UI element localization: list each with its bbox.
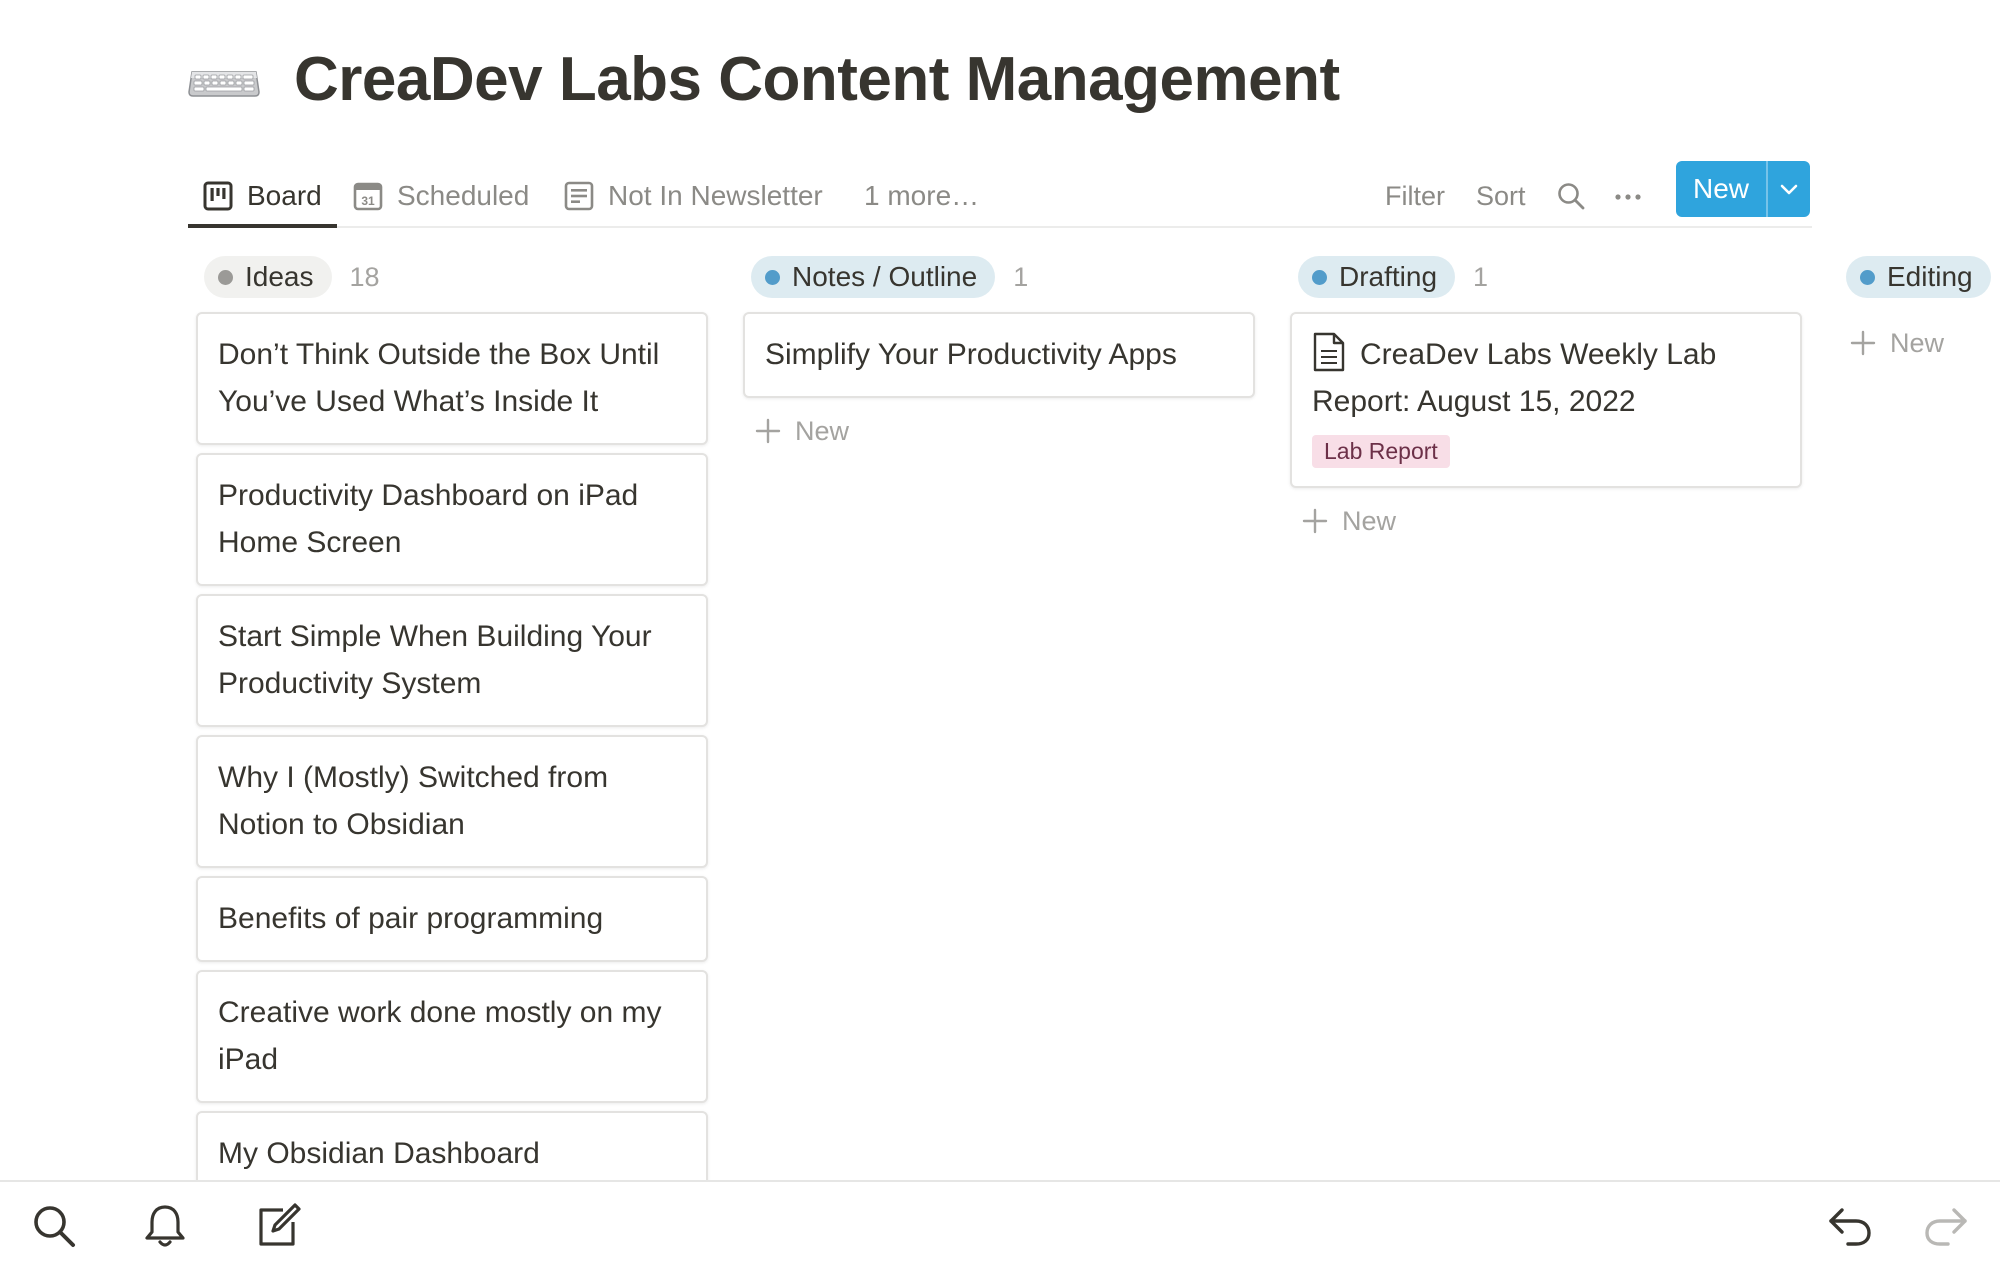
card-title: Creative work done mostly on my iPad — [218, 996, 662, 1076]
board-card[interactable]: Why I (Mostly) Switched from Notion to O… — [196, 735, 708, 868]
status-dot — [218, 269, 233, 285]
card-title: Productivity Dashboard on iPad Home Scre… — [218, 479, 639, 559]
board-card[interactable]: Productivity Dashboard on iPad Home Scre… — [196, 453, 708, 586]
board-column-notes-outline: Notes / Outline 1 Simplify Your Producti… — [743, 254, 1255, 456]
board-card[interactable]: Simplify Your Productivity Apps — [743, 312, 1255, 398]
status-dot — [1312, 269, 1327, 285]
status-pill[interactable]: Notes / Outline — [751, 256, 996, 298]
plus-icon — [1850, 330, 1876, 356]
card-title: Start Simple When Building Your Producti… — [218, 620, 652, 700]
card-list: CreaDev Labs Weekly Lab Report: August 1… — [1290, 312, 1802, 488]
card-title: Simplify Your Productivity Apps — [765, 338, 1177, 371]
column-header: Editing — [1846, 254, 2000, 300]
undo-icon[interactable] — [1826, 1202, 1874, 1250]
add-card-label: New — [795, 415, 850, 446]
board-card[interactable]: Benefits of pair programming — [196, 876, 708, 962]
board-card[interactable]: CreaDev Labs Weekly Lab Report: August 1… — [1290, 312, 1802, 488]
board-column-editing: Editing New — [1838, 254, 2000, 368]
search-icon[interactable] — [30, 1202, 78, 1250]
board-column-drafting: Drafting 1 CreaDev Labs Weekly Lab Repor… — [1290, 254, 1802, 546]
add-card-button[interactable]: New — [755, 406, 1255, 456]
column-count: 1 — [1473, 261, 1489, 292]
status-label: Drafting — [1339, 261, 1438, 292]
add-card-label: New — [1890, 327, 1945, 358]
card-title: Don’t Think Outside the Box Until You’ve… — [218, 338, 660, 418]
plus-icon — [1302, 508, 1328, 534]
card-title-row: CreaDev Labs Weekly Lab Report: August 1… — [1312, 331, 1780, 425]
add-card-label: New — [1342, 505, 1397, 536]
document-icon — [1313, 332, 1345, 372]
column-count: 18 — [349, 261, 380, 292]
card-list: Simplify Your Productivity Apps — [743, 312, 1255, 398]
status-pill[interactable]: Drafting — [1298, 256, 1456, 298]
status-pill[interactable]: Editing — [1846, 256, 1991, 298]
add-card-button[interactable]: New — [1850, 318, 2000, 368]
status-label: Editing — [1887, 261, 1973, 292]
board-column-ideas: Ideas 18 Don’t Think Outside the Box Unt… — [196, 254, 708, 1180]
board-card[interactable]: Creative work done mostly on my iPad — [196, 970, 708, 1103]
bell-icon[interactable] — [141, 1202, 189, 1250]
status-pill[interactable]: Ideas — [204, 256, 332, 298]
status-label: Notes / Outline — [792, 261, 978, 292]
column-header: Notes / Outline 1 — [751, 254, 1255, 300]
card-title: CreaDev Labs Weekly Lab Report: August 1… — [1312, 338, 1717, 418]
status-dot — [1860, 269, 1875, 285]
board-card[interactable]: Don’t Think Outside the Box Until You’ve… — [196, 312, 708, 445]
card-list: Don’t Think Outside the Box Until You’ve… — [196, 312, 708, 1180]
column-header: Ideas 18 — [204, 254, 708, 300]
redo-icon[interactable] — [1922, 1202, 1970, 1250]
tag-badge: Lab Report — [1312, 435, 1450, 468]
status-dot — [765, 269, 780, 285]
status-label: Ideas — [245, 261, 314, 292]
add-card-button[interactable]: New — [1302, 496, 1802, 546]
card-title: Why I (Mostly) Switched from Notion to O… — [218, 761, 609, 841]
column-header: Drafting 1 — [1298, 254, 1802, 300]
board: Ideas 18 Don’t Think Outside the Box Unt… — [0, 0, 2000, 1180]
column-count: 1 — [1013, 261, 1029, 292]
bottom-toolbar — [0, 1180, 2000, 1267]
plus-icon — [755, 418, 781, 444]
card-title: Benefits of pair programming — [218, 902, 604, 935]
compose-icon[interactable] — [253, 1202, 301, 1250]
board-card[interactable]: Start Simple When Building Your Producti… — [196, 594, 708, 727]
board-card[interactable]: My Obsidian Dashboard — [196, 1111, 708, 1180]
card-title: My Obsidian Dashboard — [218, 1137, 540, 1170]
